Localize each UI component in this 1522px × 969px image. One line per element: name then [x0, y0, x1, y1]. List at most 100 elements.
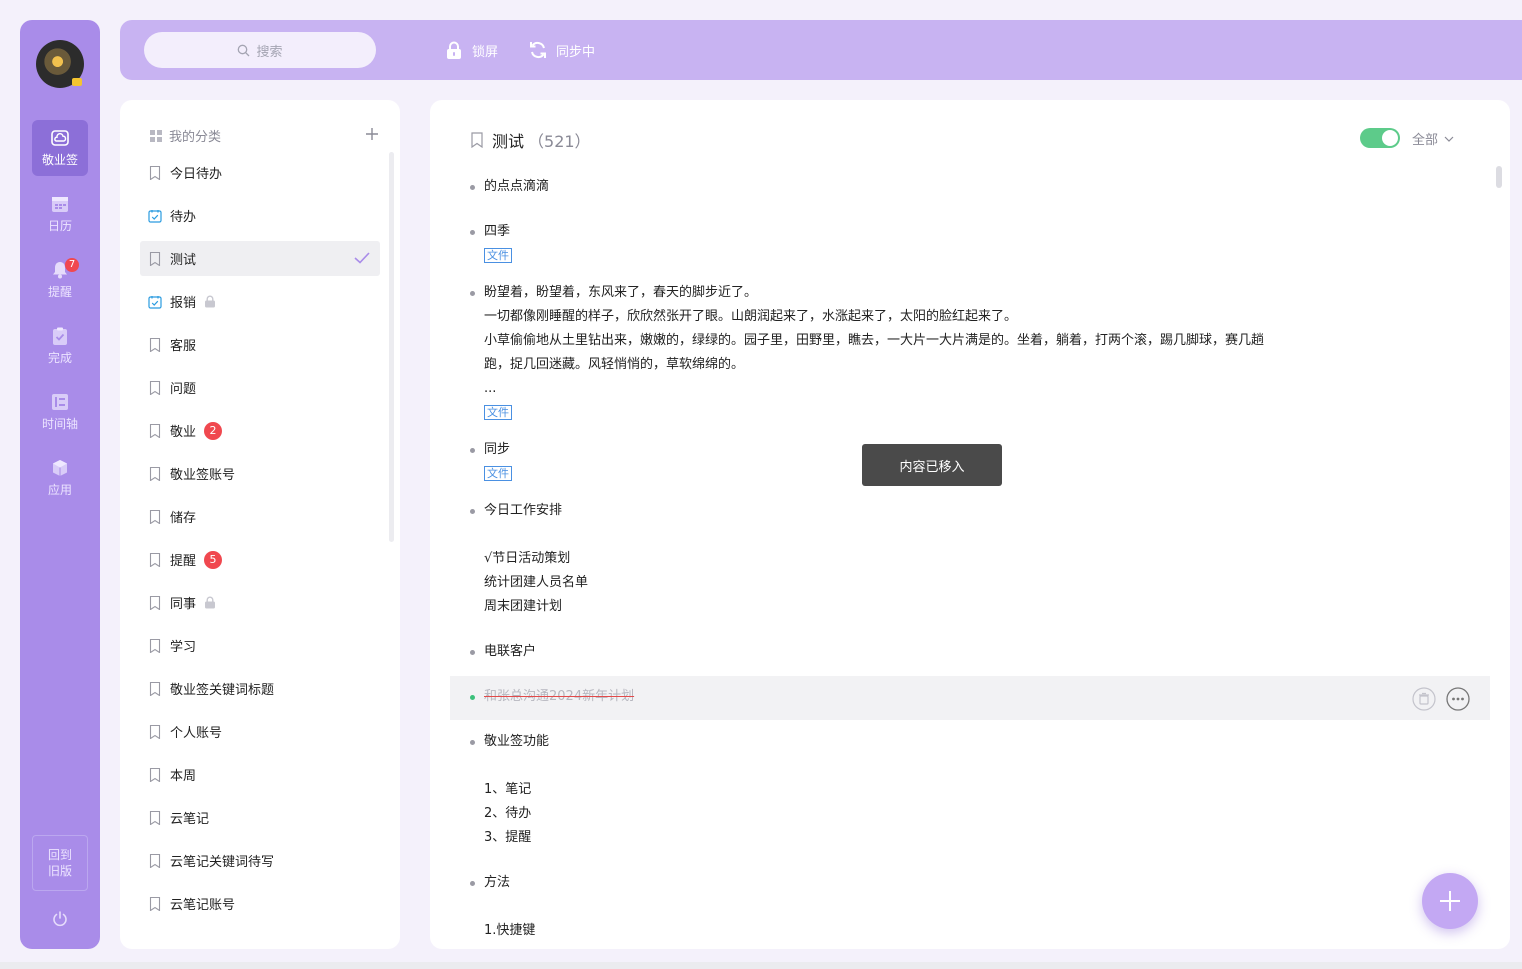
- note-item[interactable]: 同步 文件: [470, 438, 512, 486]
- note-line: √节日活动策划: [484, 551, 571, 566]
- back-to-old-version-button[interactable]: 回到旧版: [32, 835, 88, 891]
- note-line: [484, 895, 535, 919]
- note-line: 3、提醒: [484, 830, 532, 845]
- note-bullet: [470, 291, 475, 296]
- rail-label: 提醒: [47, 284, 72, 299]
- file-tag[interactable]: 文件: [484, 248, 512, 263]
- reminder-badge: 7: [65, 258, 79, 272]
- rail-label: 应用: [47, 482, 72, 497]
- sync-button[interactable]: 同步中: [528, 38, 595, 62]
- category-label: 报销: [170, 296, 197, 311]
- left-rail: 敬业签 日历 7 提醒 完成 时间轴 应用 回到旧版: [20, 20, 100, 949]
- filter-label: 全部: [1412, 133, 1439, 148]
- rail-label: 完成: [47, 350, 72, 365]
- note-bullet: [470, 448, 475, 453]
- more-icon[interactable]: [1446, 687, 1470, 711]
- rail-item-reminder[interactable]: 7 提醒: [32, 252, 88, 308]
- add-category-icon[interactable]: [366, 128, 378, 140]
- search-icon: [238, 44, 250, 56]
- category-item[interactable]: 云笔记账号: [140, 886, 380, 921]
- category-item[interactable]: 个人账号: [140, 714, 380, 749]
- notes-panel: 测试 （521） 全部 的点点滴滴四季 文件盼望着，盼望着，东风来了，春天的脚步近…: [430, 100, 1510, 949]
- category-item[interactable]: 报销: [140, 284, 380, 319]
- check-icon: [354, 252, 370, 264]
- category-label: 今日待办: [170, 167, 223, 182]
- rail-label: 日历: [47, 218, 72, 233]
- category-item[interactable]: 储存: [140, 499, 380, 534]
- category-item[interactable]: 问题: [140, 370, 380, 405]
- search-placeholder: 搜索: [256, 44, 283, 60]
- note-item[interactable]: 的点点滴滴: [470, 175, 549, 199]
- rail-item-calendar[interactable]: 日历: [32, 186, 88, 242]
- rail-item-apps[interactable]: 应用: [32, 450, 88, 506]
- rail-label: 敬业签: [41, 152, 78, 167]
- category-item[interactable]: 本周: [140, 757, 380, 792]
- category-label: 敬业: [170, 425, 197, 440]
- note-item[interactable]: 今日工作安排 √节日活动策划 统计团建人员名单 周末团建计划: [470, 499, 588, 619]
- category-label: 客服: [170, 339, 197, 354]
- category-item[interactable]: 提醒 5: [140, 542, 380, 577]
- bookmark-icon: [148, 896, 162, 911]
- note-line: 电联客户: [484, 644, 537, 659]
- search-input[interactable]: 搜索: [144, 32, 376, 68]
- file-tag[interactable]: 文件: [484, 405, 512, 420]
- vip-crown-icon: [72, 78, 82, 86]
- rail-item-done[interactable]: 完成: [32, 318, 88, 374]
- filter-dropdown[interactable]: 全部: [1412, 129, 1454, 148]
- note-line: 盼望着，盼望着，东风来了，春天的脚步近了。: [484, 285, 758, 300]
- category-title-text: 测试: [492, 132, 525, 151]
- show-toggle[interactable]: [1360, 128, 1400, 148]
- lock-label: 锁屏: [472, 44, 499, 60]
- note-line: 1、笔记: [484, 782, 532, 797]
- file-tag[interactable]: 文件: [484, 466, 512, 481]
- category-label: 个人账号: [170, 726, 223, 741]
- category-label: 敬业签关键词标题: [170, 683, 275, 698]
- note-item[interactable]: 敬业签功能 1、笔记 2、待办 3、提醒: [470, 730, 549, 850]
- note-bullet: [470, 740, 475, 745]
- note-item[interactable]: 四季 文件: [470, 220, 512, 268]
- note-line: 和张总沟通2024新年计划: [484, 689, 635, 704]
- rail-item-jingyeqian[interactable]: 敬业签: [32, 120, 88, 176]
- category-item[interactable]: 学习: [140, 628, 380, 663]
- category-item[interactable]: 同事: [140, 585, 380, 620]
- bookmark-icon: [148, 337, 162, 352]
- top-bar: 搜索 锁屏 同步中: [120, 20, 1522, 80]
- note-line: 2、待办: [484, 806, 532, 821]
- note-item[interactable]: 电联客户: [470, 640, 537, 664]
- category-scrollbar[interactable]: [389, 152, 394, 542]
- category-item[interactable]: 客服: [140, 327, 380, 362]
- note-line: 小草偷偷地从土里钻出来，嫩嫩的，绿绿的。园子里，田野里，瞧去，一大片一大片满是的…: [484, 333, 1265, 348]
- notes-scrollbar[interactable]: [1496, 166, 1502, 188]
- category-title: 测试 （521）: [470, 128, 591, 152]
- note-item[interactable]: 和张总沟通2024新年计划: [470, 685, 635, 709]
- power-icon[interactable]: [51, 910, 69, 928]
- note-bullet: [470, 185, 475, 190]
- note-item[interactable]: 盼望着，盼望着，东风来了，春天的脚步近了。 一切都像刚睡醒的样子，欣欣然张开了眼。…: [470, 281, 1265, 425]
- bookmark-icon: [148, 466, 162, 481]
- add-note-button[interactable]: [1422, 873, 1478, 929]
- category-label: 学习: [170, 640, 197, 655]
- category-item[interactable]: 今日待办: [140, 155, 380, 190]
- bookmark-icon: [148, 767, 162, 782]
- note-line: ...: [484, 381, 497, 396]
- category-header: 我的分类: [150, 126, 221, 145]
- delete-icon[interactable]: [1412, 687, 1436, 711]
- bookmark-icon: [148, 165, 162, 180]
- category-item[interactable]: 敬业签关键词标题: [140, 671, 380, 706]
- note-cloud-icon: [50, 129, 70, 147]
- bookmark-icon: [148, 853, 162, 868]
- category-item[interactable]: 敬业 2: [140, 413, 380, 448]
- lock-screen-button[interactable]: 锁屏: [444, 38, 498, 62]
- count-badge: 2: [204, 421, 223, 440]
- category-label: 提醒: [170, 554, 197, 569]
- note-bullet: [470, 650, 475, 655]
- note-line: [484, 754, 549, 778]
- category-item[interactable]: 待办: [140, 198, 380, 233]
- category-item[interactable]: 敬业签账号: [140, 456, 380, 491]
- category-item[interactable]: 云笔记关键词待写: [140, 843, 380, 878]
- note-item[interactable]: 方法 1.快捷键: [470, 871, 535, 943]
- category-item[interactable]: 测试: [140, 241, 380, 276]
- rail-item-timeline[interactable]: 时间轴: [32, 384, 88, 440]
- calendar-icon: [50, 195, 70, 213]
- category-item[interactable]: 云笔记: [140, 800, 380, 835]
